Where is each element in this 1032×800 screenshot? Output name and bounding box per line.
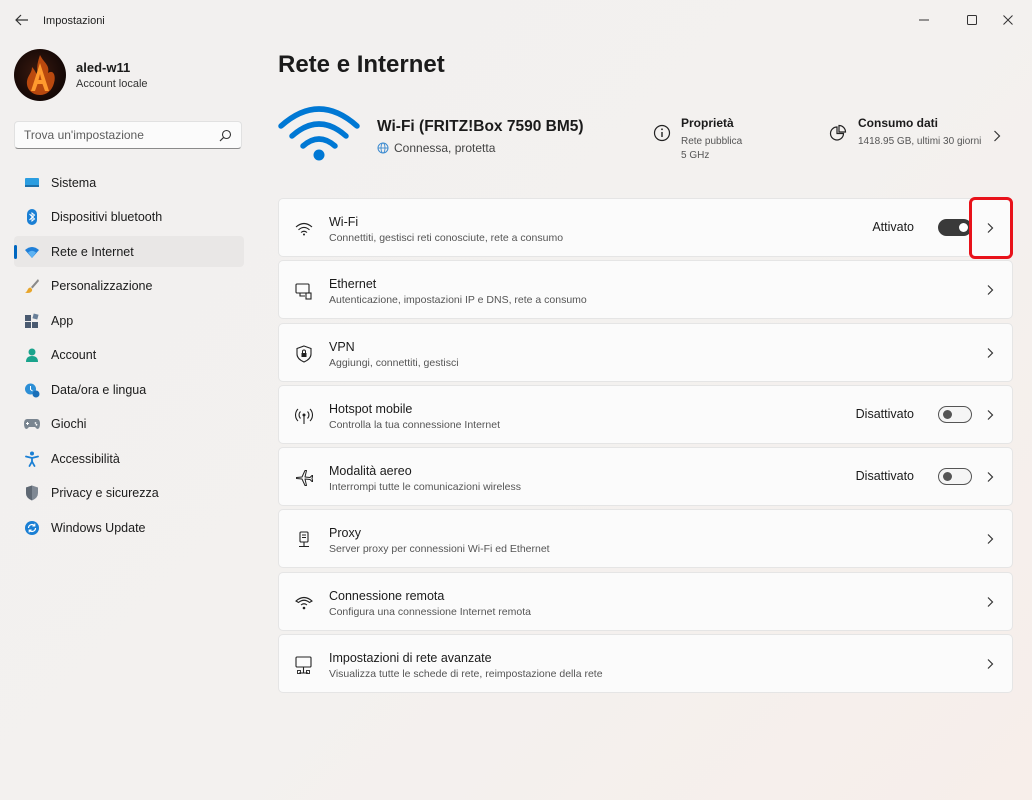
back-arrow-icon[interactable] xyxy=(14,12,30,28)
person-icon xyxy=(24,347,40,363)
flame-a-logo-icon xyxy=(26,55,55,95)
data-usage-title: Consumo dati xyxy=(858,116,938,130)
data-usage-link[interactable]: Consumo dati 1418.95 GB, ultimi 30 giorn… xyxy=(829,116,1013,156)
sidebar-item-privacy-sicurezza[interactable]: Privacy e sicurezza xyxy=(14,478,244,509)
network-name: Wi-Fi (FRITZ!Box 7590 BM5) xyxy=(377,118,584,135)
maximize-icon xyxy=(967,15,977,25)
monitor-icon xyxy=(24,175,40,191)
profile-account-type: Account locale xyxy=(76,78,148,90)
hotspot-icon xyxy=(295,407,313,425)
shield-icon xyxy=(24,485,40,501)
card-proxy[interactable]: Proxy Server proxy per connessioni Wi-Fi… xyxy=(278,509,1013,569)
chevron-right-icon[interactable] xyxy=(984,471,996,483)
page-title: Rete e Internet xyxy=(278,51,445,78)
data-usage-detail: 1418.95 GB, ultimi 30 giorni xyxy=(858,136,982,147)
chevron-right-icon xyxy=(994,130,1001,142)
search-input[interactable] xyxy=(24,128,214,142)
sidebar-item-giochi[interactable]: Giochi xyxy=(14,409,244,440)
hotspot-state-label: Disattivato xyxy=(855,406,914,421)
chevron-right-icon[interactable] xyxy=(984,347,996,359)
card-airplane-mode[interactable]: Modalità aereo Interrompi tutte le comun… xyxy=(278,447,1013,507)
close-button[interactable] xyxy=(985,6,1031,34)
sidebar-item-sistema[interactable]: Sistema xyxy=(14,167,244,198)
sidebar-item-windows-update[interactable]: Windows Update xyxy=(14,512,244,543)
sidebar-item-accessibilita[interactable]: Accessibilità xyxy=(14,443,244,474)
brush-icon xyxy=(24,278,40,294)
sidebar-item-app[interactable]: App xyxy=(14,305,244,336)
card-hotspot[interactable]: Hotspot mobile Controlla la tua connessi… xyxy=(278,384,1013,444)
properties-band: 5 GHz xyxy=(681,150,710,161)
sidebar-item-personalizzazione[interactable]: Personalizzazione xyxy=(14,271,244,302)
update-icon xyxy=(24,520,40,536)
ethernet-icon xyxy=(295,282,313,300)
wifi-icon xyxy=(24,244,40,260)
wifi-icon xyxy=(295,220,313,238)
wifi-state-label: Attivato xyxy=(872,220,914,234)
search-box[interactable] xyxy=(14,121,242,149)
card-ethernet[interactable]: Ethernet Autenticazione, impostazioni IP… xyxy=(278,260,1013,320)
search-icon[interactable] xyxy=(219,129,232,142)
network-pc-icon xyxy=(295,656,313,675)
close-icon xyxy=(1003,15,1013,25)
sidebar-item-data-ora-lingua[interactable]: Data/ora e lingua xyxy=(14,374,244,405)
airplane-icon xyxy=(295,469,313,487)
profile-name: aled-w11 xyxy=(76,60,131,75)
chevron-right-icon[interactable] xyxy=(984,596,996,608)
avatar xyxy=(14,49,66,101)
card-wifi[interactable]: Wi-Fi Connettiti, gestisci reti conosciu… xyxy=(278,198,1013,257)
bluetooth-icon xyxy=(24,209,40,225)
apps-icon xyxy=(24,312,40,329)
airplane-mode-toggle[interactable] xyxy=(938,468,972,486)
chevron-right-icon[interactable] xyxy=(984,284,996,296)
gamepad-icon xyxy=(24,416,40,432)
clock-globe-icon xyxy=(24,382,40,398)
properties-network-type: Rete pubblica xyxy=(681,136,743,147)
chevron-right-icon[interactable] xyxy=(984,658,996,670)
sidebar-nav: Sistema Dispositivi bluetooth Rete e Int… xyxy=(14,167,244,547)
chevron-right-icon[interactable] xyxy=(984,409,996,421)
minimize-button[interactable] xyxy=(901,6,947,34)
window-title: Impostazioni xyxy=(43,15,105,27)
info-icon xyxy=(653,124,671,142)
accessibility-icon xyxy=(24,451,40,467)
card-advanced-network-settings[interactable]: Impostazioni di rete avanzate Visualizza… xyxy=(278,634,1013,694)
vpn-shield-icon xyxy=(295,345,313,363)
title-bar: Impostazioni xyxy=(0,0,1032,40)
minimize-icon xyxy=(919,19,929,21)
properties-title: Proprietà xyxy=(681,116,734,130)
globe-icon xyxy=(377,142,389,154)
card-vpn[interactable]: VPN Aggiungi, connettiti, gestisci xyxy=(278,322,1013,382)
proxy-icon xyxy=(295,531,313,549)
settings-list: Wi-Fi Connettiti, gestisci reti conosciu… xyxy=(278,198,1013,696)
highlight-box xyxy=(969,197,1013,259)
wifi-toggle[interactable] xyxy=(938,219,972,236)
wifi-large-icon xyxy=(278,106,360,161)
chevron-right-icon[interactable] xyxy=(984,533,996,545)
sidebar-item-account[interactable]: Account xyxy=(14,340,244,371)
dialup-icon xyxy=(295,594,313,612)
pie-chart-icon xyxy=(829,124,847,141)
connection-status: Connessa, protetta xyxy=(377,141,495,155)
hotspot-toggle[interactable] xyxy=(938,405,972,423)
card-remote-connection[interactable]: Connessione remota Configura una conness… xyxy=(278,571,1013,631)
sidebar-item-bluetooth[interactable]: Dispositivi bluetooth xyxy=(14,202,244,233)
user-profile[interactable]: aled-w11 Account locale xyxy=(14,49,148,101)
connection-summary: Wi-Fi (FRITZ!Box 7590 BM5) Connessa, pro… xyxy=(278,104,1013,168)
sidebar-item-rete-internet[interactable]: Rete e Internet xyxy=(14,236,244,267)
airplane-state-label: Disattivato xyxy=(855,469,914,484)
